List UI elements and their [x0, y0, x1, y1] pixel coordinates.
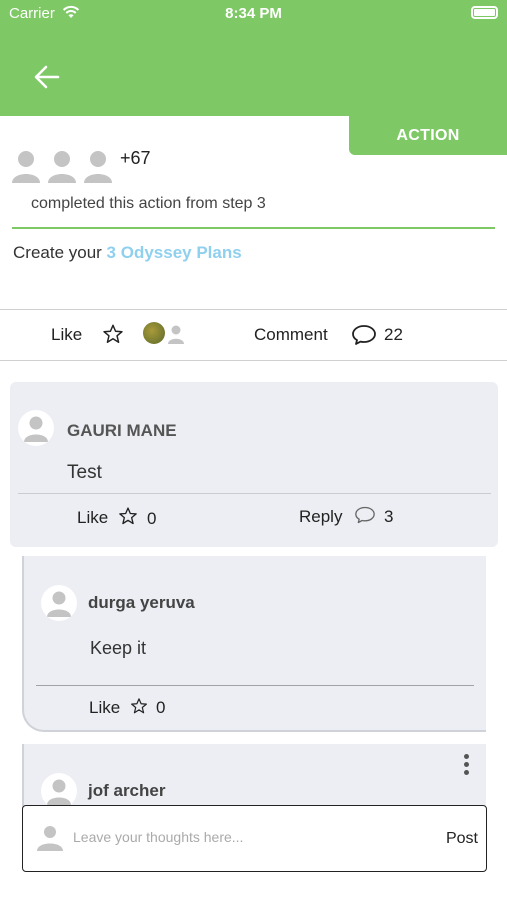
commenter-avatar[interactable]: [18, 410, 54, 446]
create-plans-text: Create your 3 Odyssey Plans: [13, 243, 242, 263]
comment-input[interactable]: [73, 824, 433, 850]
participant-avatars[interactable]: +67: [10, 148, 151, 184]
person-icon: [48, 151, 76, 183]
comment-button[interactable]: Comment: [254, 325, 328, 345]
odyssey-plans-link[interactable]: 3 Odyssey Plans: [107, 243, 242, 262]
commenter-avatar[interactable]: [41, 585, 77, 621]
commenter-avatar[interactable]: [41, 773, 77, 809]
liker-avatar[interactable]: [143, 322, 165, 344]
reply-button[interactable]: Reply: [299, 507, 342, 527]
like-count: 0: [147, 509, 157, 528]
comment-card: GAURI MANE Test Like 0 Reply 3: [10, 382, 498, 547]
more-options-icon[interactable]: [464, 754, 470, 776]
commenter-name[interactable]: jof archer: [88, 781, 165, 801]
reply-card: jof archer: [22, 744, 486, 814]
create-prefix: Create your: [13, 243, 107, 262]
divider: [36, 685, 474, 686]
divider: [18, 493, 491, 494]
commenter-name[interactable]: durga yeruva: [88, 593, 195, 613]
reply-count: 3: [384, 507, 394, 526]
reply-card: durga yeruva Keep it Like 0: [22, 556, 486, 732]
status-bar: Carrier 8:34 PM: [0, 0, 507, 28]
star-icon[interactable]: [102, 323, 124, 345]
comment-text: Keep it: [90, 638, 147, 658]
like-button[interactable]: Like: [51, 325, 82, 345]
battery-icon: [471, 6, 498, 19]
participants-extra-count: +67: [120, 147, 151, 168]
person-icon[interactable]: [167, 324, 185, 344]
person-icon: [24, 416, 48, 442]
like-button[interactable]: Like: [77, 508, 108, 528]
nav-header: Carrier 8:34 PM: [0, 0, 507, 116]
post-action-bar: Like Comment 22: [0, 309, 507, 361]
like-count: 0: [156, 698, 166, 717]
comment-count: 22: [384, 325, 403, 344]
status-time: 8:34 PM: [225, 5, 282, 22]
star-icon[interactable]: [118, 506, 138, 526]
like-button[interactable]: Like: [89, 698, 120, 718]
divider: [12, 227, 495, 229]
comment-composer: Post: [22, 805, 487, 872]
comment-bubble-icon[interactable]: [351, 323, 377, 347]
person-icon: [47, 779, 71, 805]
comment-bubble-icon[interactable]: [354, 505, 376, 525]
person-icon: [47, 591, 71, 617]
tab-action[interactable]: ACTION: [349, 116, 507, 155]
commenter-name[interactable]: GAURI MANE: [67, 421, 177, 441]
person-icon: [12, 151, 40, 183]
star-icon[interactable]: [130, 697, 148, 715]
person-icon: [37, 826, 63, 851]
post-button[interactable]: Post: [446, 830, 478, 848]
comment-text: Test: [67, 462, 102, 483]
person-icon: [84, 151, 112, 183]
back-arrow-icon[interactable]: [30, 60, 64, 94]
completed-text: completed this action from step 3: [31, 195, 266, 212]
